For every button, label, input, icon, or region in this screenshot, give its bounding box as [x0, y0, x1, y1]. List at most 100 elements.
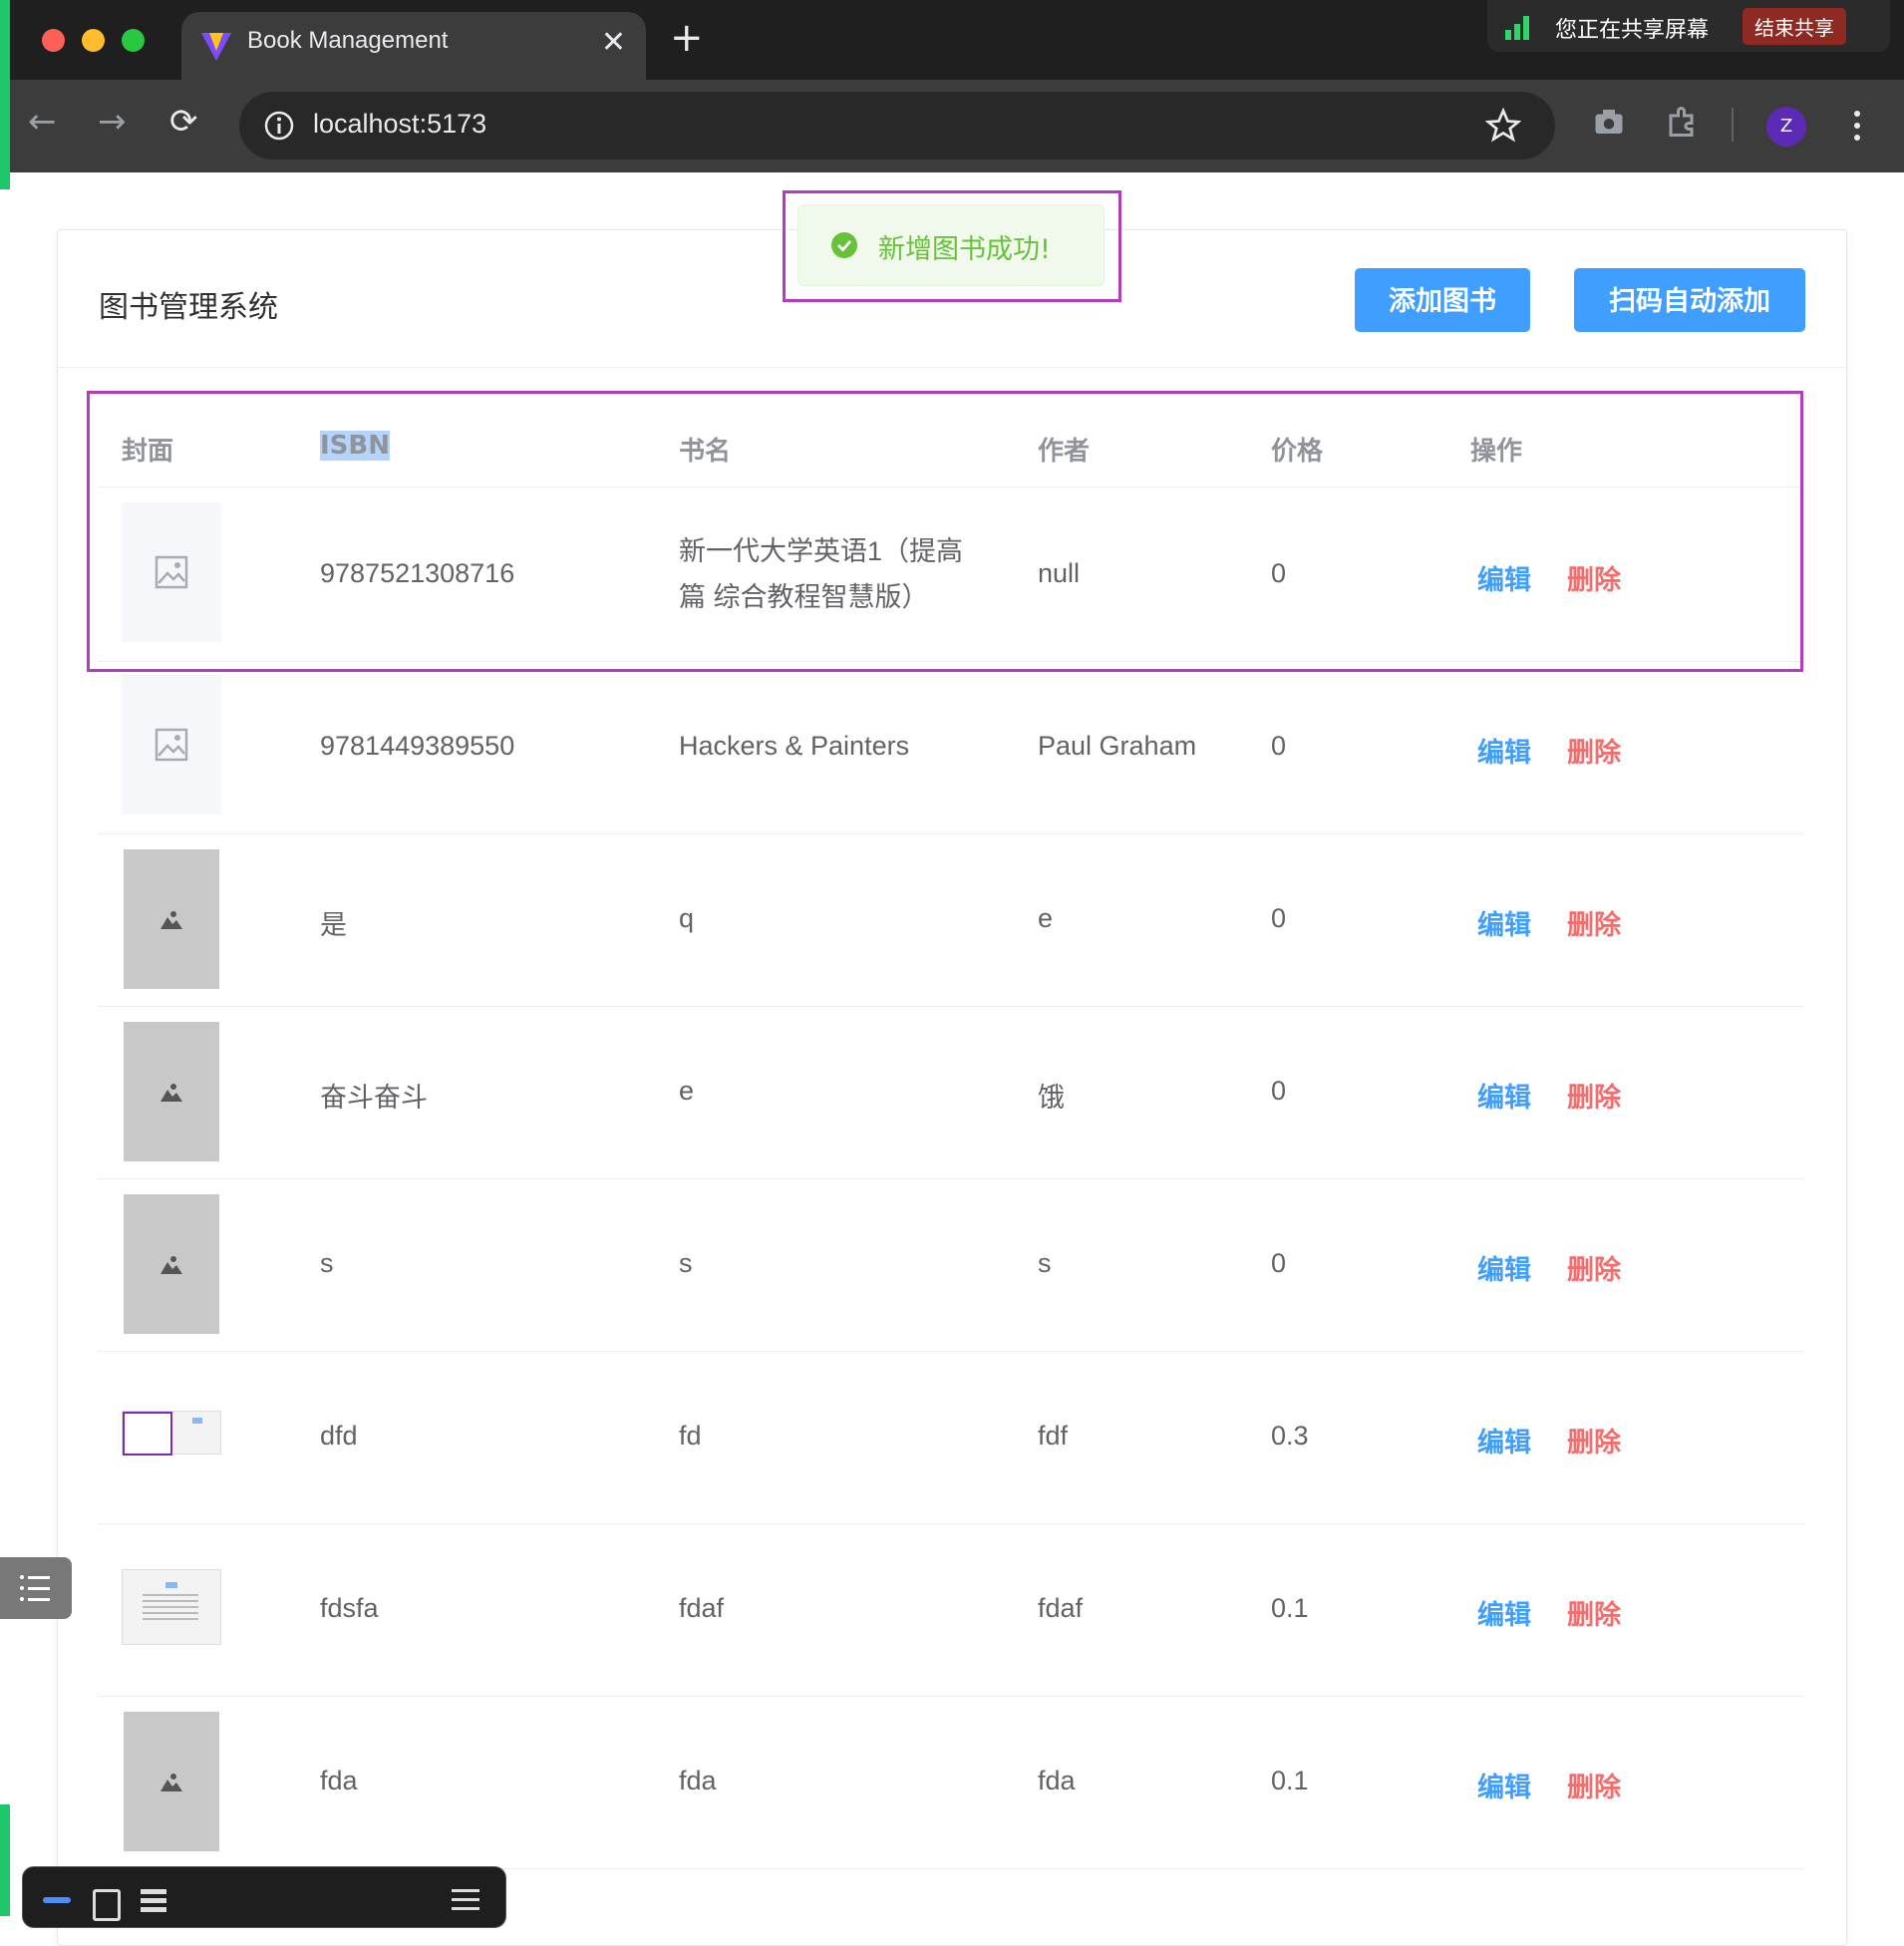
info-icon[interactable] [259, 106, 299, 146]
reload-button[interactable]: ⟳ [169, 102, 198, 142]
delete-button[interactable]: 删除 [1567, 1248, 1621, 1287]
share-indicator-stripe-bottom [0, 1804, 10, 1916]
more-vert-icon[interactable] [1851, 106, 1863, 146]
new-tab-button[interactable]: + [670, 18, 704, 58]
table-row: fdsfa fdaf fdaf 0.1 编辑 删除 [98, 1523, 1804, 1697]
cell-price: 0 [1271, 1248, 1287, 1278]
table-row: s s s 0 编辑 删除 [98, 1178, 1804, 1352]
table-highlight-box [87, 391, 1803, 672]
cell-price: 0 [1271, 731, 1287, 761]
zoom-window-button[interactable] [122, 29, 145, 52]
cell-isbn: fdsfa [320, 1593, 379, 1623]
toast-message: 新增图书成功! [878, 234, 1051, 265]
image-placeholder-icon [155, 728, 188, 762]
cell-author: e [1038, 903, 1054, 933]
image-placeholder-icon [160, 1256, 182, 1274]
forward-button[interactable]: → [98, 102, 127, 142]
check-circle-icon [831, 232, 857, 258]
cell-author: s [1038, 1248, 1052, 1278]
vite-logo-icon [201, 33, 231, 61]
cell-price: 0.1 [1271, 1766, 1309, 1795]
cell-price: 0.3 [1271, 1421, 1309, 1451]
book-cover [122, 1411, 221, 1456]
cell-price: 0.1 [1271, 1593, 1309, 1623]
success-toast: 新增图书成功! [797, 204, 1105, 286]
delete-button[interactable]: 删除 [1567, 1593, 1621, 1632]
browser-toolbar: ← → ⟳ localhost:5173 Z [0, 80, 1904, 172]
cover-thumb-detail [192, 1418, 202, 1424]
share-status-text: 您正在共享屏幕 [1555, 18, 1710, 43]
cell-title: Hackers & Painters [679, 731, 910, 761]
profile-avatar[interactable]: Z [1766, 107, 1806, 147]
close-window-button[interactable] [42, 29, 65, 52]
edit-button[interactable]: 编辑 [1477, 903, 1531, 942]
cover-thumb-detail [165, 1582, 177, 1588]
tab-strip: Book Management ✕ + 您正在共享屏幕 结束共享 [0, 0, 1904, 80]
edit-button[interactable]: 编辑 [1477, 731, 1531, 770]
camera-icon[interactable] [1591, 104, 1627, 140]
edit-button[interactable]: 编辑 [1477, 1076, 1531, 1115]
table-row: fda fda fda 0.1 编辑 删除 [98, 1696, 1804, 1869]
table-row: 奋斗奋斗 e 饿 0 编辑 删除 [98, 1006, 1804, 1179]
cell-title: q [679, 903, 695, 933]
table-row: dfd fd fdf 0.3 编辑 删除 [98, 1351, 1804, 1524]
cell-isbn: fda [320, 1766, 358, 1795]
book-cover [122, 1569, 221, 1645]
cell-isbn: dfd [320, 1421, 358, 1451]
address-bar[interactable]: localhost:5173 [239, 92, 1555, 160]
dock-item-wrap[interactable] [452, 1889, 479, 1913]
bottom-dock [22, 1866, 506, 1928]
delete-button[interactable]: 删除 [1567, 903, 1621, 942]
share-indicator-stripe [0, 0, 10, 189]
delete-button[interactable]: 删除 [1567, 1076, 1621, 1115]
stop-sharing-button[interactable]: 结束共享 [1743, 8, 1846, 45]
edit-button[interactable]: 编辑 [1477, 1248, 1531, 1287]
image-placeholder-icon [160, 1774, 182, 1791]
cell-title: fd [679, 1421, 702, 1451]
table-row: 9781449389550 Hackers & Painters Paul Grah… [98, 661, 1804, 834]
browser-chrome: Book Management ✕ + 您正在共享屏幕 结束共享 ← → ⟳ l… [0, 0, 1904, 172]
browser-tab[interactable]: Book Management ✕ [181, 12, 646, 80]
cell-price: 0 [1271, 903, 1287, 933]
book-cover [124, 1712, 219, 1851]
cell-isbn: 9781449389550 [320, 731, 515, 761]
cell-author: fdf [1038, 1421, 1069, 1451]
floating-menu-button[interactable] [0, 1557, 72, 1619]
scan-add-button[interactable]: 扫码自动添加 [1574, 268, 1805, 332]
cell-title: fdaf [679, 1593, 725, 1623]
delete-button[interactable]: 删除 [1567, 1421, 1621, 1460]
star-icon[interactable] [1485, 108, 1521, 144]
delete-button[interactable]: 删除 [1567, 731, 1621, 770]
image-placeholder-icon [160, 1084, 182, 1102]
book-cover [124, 849, 219, 989]
tab-close-button[interactable]: ✕ [601, 26, 626, 60]
edit-button[interactable]: 编辑 [1477, 1766, 1531, 1804]
minimize-window-button[interactable] [82, 29, 105, 52]
edit-button[interactable]: 编辑 [1477, 1593, 1531, 1632]
signal-bars-icon [1505, 16, 1529, 40]
tab-title: Book Management [247, 27, 449, 54]
edit-button[interactable]: 编辑 [1477, 1421, 1531, 1460]
dock-item-list[interactable] [141, 1889, 166, 1915]
cell-author: Paul Graham [1038, 731, 1197, 761]
delete-button[interactable]: 删除 [1567, 1766, 1621, 1804]
extension-icon[interactable] [1665, 104, 1701, 140]
cell-author: fda [1038, 1766, 1076, 1795]
url-text[interactable]: localhost:5173 [313, 109, 486, 140]
dock-item-minimize[interactable] [43, 1897, 71, 1903]
image-placeholder-icon [160, 911, 182, 929]
cell-title: e [679, 1076, 695, 1106]
cell-title: s [679, 1248, 693, 1278]
cell-isbn: s [320, 1248, 334, 1278]
toolbar-divider [1732, 108, 1734, 142]
back-button[interactable]: ← [28, 102, 57, 142]
dock-item-window[interactable] [93, 1889, 121, 1921]
cell-author: 饿 [1038, 1083, 1065, 1113]
book-cover [122, 675, 221, 814]
cell-price: 0 [1271, 1076, 1287, 1106]
table-row: 是 q e 0 编辑 删除 [98, 833, 1804, 1007]
cell-author: fdaf [1038, 1593, 1084, 1623]
list-icon [20, 1575, 50, 1601]
add-book-button[interactable]: 添加图书 [1355, 268, 1530, 332]
page-title: 图书管理系统 [99, 290, 278, 325]
